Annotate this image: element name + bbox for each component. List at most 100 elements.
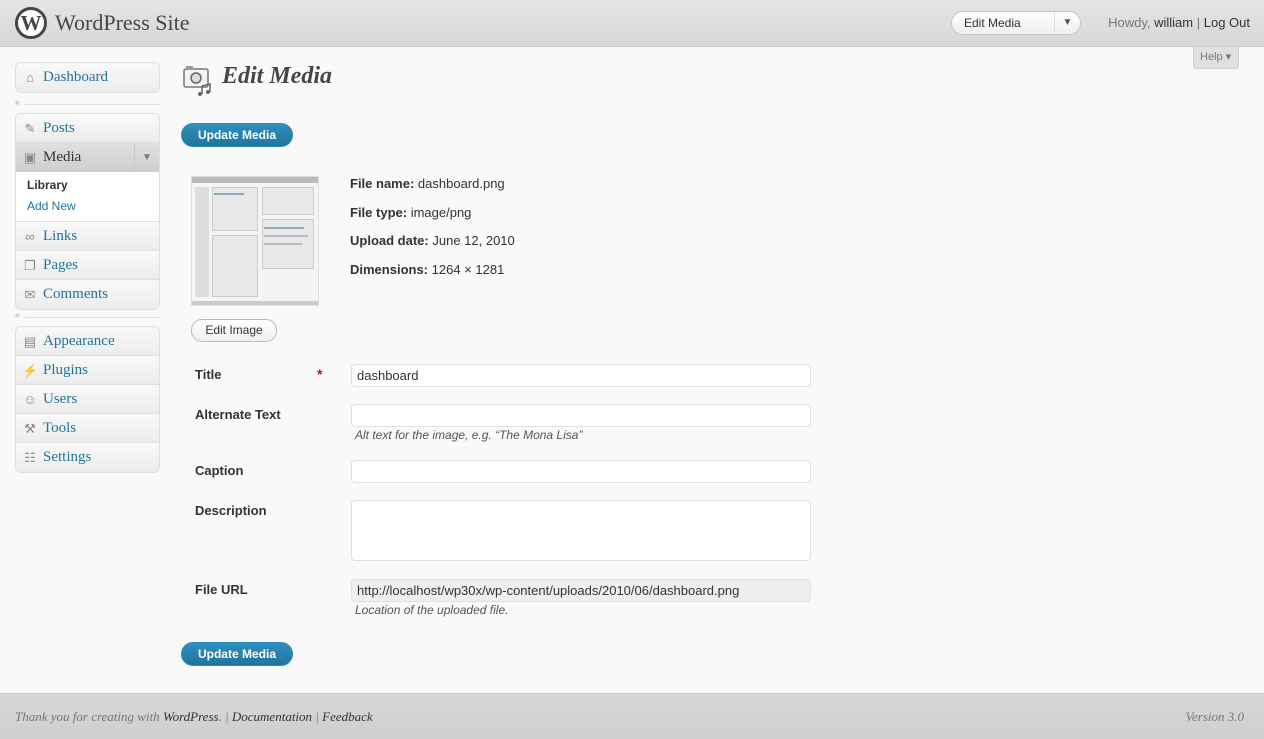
favorite-actions-selected[interactable]: Edit Media — [964, 16, 1021, 30]
thumb-detail — [262, 187, 314, 215]
title-label: Title — [195, 367, 222, 382]
page-title: Edit Media — [222, 63, 333, 89]
menu-separator: « — [15, 310, 160, 322]
help-tab[interactable]: Help ▾ — [1193, 47, 1239, 69]
favorite-actions-dropdown[interactable]: Edit Media ▼ — [951, 11, 1081, 35]
menu-label: Pages — [43, 257, 78, 273]
file-url-input[interactable]: http://localhost/wp30x/wp-content/upload… — [351, 579, 811, 602]
meta-file-type: File type: image/png — [350, 205, 471, 220]
alt-text-input[interactable] — [351, 404, 811, 427]
menu-item-appearance[interactable]: ▤ Appearance — [16, 327, 159, 356]
footer-separator: | — [225, 709, 229, 724]
menu-label: Dashboard — [43, 69, 108, 85]
menu-item-posts[interactable]: ✎ Posts — [16, 114, 159, 143]
plug-icon: ⚡ — [22, 363, 39, 378]
footer-credits: Thank you for creating with WordPress. |… — [15, 709, 373, 725]
thumb-detail — [195, 187, 209, 297]
menu-item-tools[interactable]: ⚒ Tools — [16, 414, 159, 443]
meta-upload-date: Upload date: June 12, 2010 — [350, 233, 515, 248]
logout-link[interactable]: Log Out — [1204, 15, 1250, 30]
link-icon: ∞ — [25, 229, 35, 244]
submenu-item-add-new[interactable]: Add New — [16, 196, 159, 217]
collapse-arrow-icon[interactable]: « — [15, 97, 20, 107]
description-textarea[interactable] — [351, 500, 811, 561]
admin-footer: Thank you for creating with WordPress. |… — [0, 693, 1264, 739]
menu-group-dashboard: ⌂ Dashboard — [15, 62, 160, 93]
media-camera-icon — [183, 66, 211, 96]
required-marker: * — [317, 366, 323, 382]
user-profile-link[interactable]: william — [1154, 15, 1193, 30]
comment-bubble-icon: ✉ — [24, 287, 36, 302]
meta-value: dashboard.png — [417, 176, 505, 191]
menu-group-content: ✎ Posts ▣ Media ▼ Library Add New ∞ Link… — [15, 113, 160, 310]
meta-value: June 12, 2010 — [432, 233, 515, 248]
header-separator: | — [1196, 15, 1201, 30]
menu-item-media[interactable]: ▣ Media ▼ — [16, 143, 159, 172]
user-info: Howdy, william | Log Out — [1108, 15, 1250, 30]
menu-label: Links — [43, 228, 78, 244]
users-icon: ☺ — [23, 392, 37, 407]
media-thumbnail[interactable] — [191, 176, 319, 306]
chevron-down-icon[interactable]: ▼ — [1054, 12, 1080, 34]
thumb-detail — [192, 301, 318, 305]
thumb-detail — [212, 235, 258, 297]
menu-separator: « — [15, 97, 160, 109]
tools-icon: ⚒ — [24, 421, 36, 436]
site-title[interactable]: WordPress Site — [55, 10, 190, 36]
feedback-link[interactable]: Feedback — [322, 709, 373, 724]
menu-item-plugins[interactable]: ⚡ Plugins — [16, 356, 159, 385]
footer-dot: . — [218, 709, 222, 724]
meta-file-name: File name: dashboard.png — [350, 176, 505, 191]
menu-item-users[interactable]: ☺ Users — [16, 385, 159, 414]
thumb-detail — [192, 177, 318, 183]
documentation-link[interactable]: Documentation — [232, 709, 312, 724]
home-icon: ⌂ — [26, 70, 34, 85]
wordpress-link[interactable]: WordPress — [163, 709, 219, 724]
submenu-item-library[interactable]: Library — [16, 175, 159, 196]
meta-label: Upload date: — [350, 233, 429, 248]
menu-item-links[interactable]: ∞ Links — [16, 222, 159, 251]
meta-label: Dimensions: — [350, 262, 429, 277]
alt-text-label: Alternate Text — [195, 407, 281, 422]
file-url-label: File URL — [195, 582, 248, 597]
pushpin-icon: ✎ — [24, 121, 36, 136]
thumb-detail — [264, 243, 302, 245]
menu-label: Appearance — [43, 333, 115, 349]
menu-label: Tools — [43, 420, 77, 436]
menu-item-comments[interactable]: ✉ Comments — [16, 280, 159, 309]
title-input[interactable]: dashboard — [351, 364, 811, 387]
update-media-button-top[interactable]: Update Media — [181, 123, 293, 147]
caption-label: Caption — [195, 463, 244, 478]
media-submenu: Library Add New — [16, 172, 159, 222]
thumb-detail — [264, 235, 308, 237]
edit-image-button[interactable]: Edit Image — [191, 319, 277, 342]
settings-sliders-icon: ☷ — [24, 450, 36, 465]
alt-text-help: Alt text for the image, e.g. “The Mona L… — [355, 428, 583, 442]
menu-label: Posts — [43, 120, 75, 136]
meta-label: File type: — [350, 205, 408, 220]
menu-label: Comments — [43, 286, 109, 302]
footer-thanks: Thank you for creating with — [15, 709, 160, 724]
caption-input[interactable] — [351, 460, 811, 483]
chevron-down-icon[interactable]: ▼ — [134, 143, 159, 172]
media-icon: ▣ — [23, 150, 37, 165]
footer-separator: | — [315, 709, 319, 724]
menu-item-pages[interactable]: ❐ Pages — [16, 251, 159, 280]
meta-label: File name: — [350, 176, 415, 191]
update-media-button-bottom[interactable]: Update Media — [181, 642, 293, 666]
collapse-arrow-icon[interactable]: « — [15, 310, 20, 320]
thumb-detail — [264, 227, 304, 229]
menu-label: Settings — [43, 449, 92, 465]
appearance-icon: ▤ — [23, 334, 37, 349]
wordpress-logo-icon[interactable]: W — [15, 7, 47, 39]
separator-line — [25, 317, 160, 318]
footer-version: Version 3.0 — [1185, 709, 1245, 724]
file-url-help: Location of the uploaded file. — [355, 603, 509, 617]
pages-icon: ❐ — [24, 258, 36, 273]
howdy-text: Howdy, — [1108, 15, 1151, 30]
description-label: Description — [195, 503, 267, 518]
menu-item-dashboard[interactable]: ⌂ Dashboard — [16, 63, 159, 92]
menu-item-settings[interactable]: ☷ Settings — [16, 443, 159, 472]
menu-label: Plugins — [43, 362, 89, 378]
meta-value: 1264 × 1281 — [431, 262, 505, 277]
